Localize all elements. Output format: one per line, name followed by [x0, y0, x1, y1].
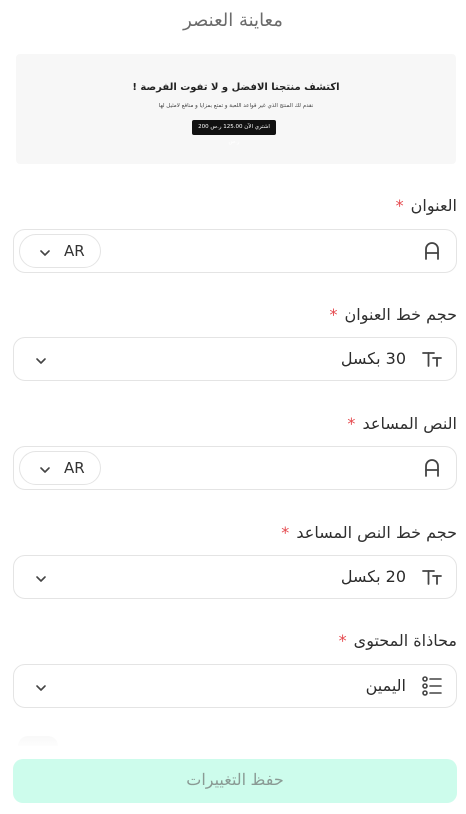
helper-language-select[interactable]: AR: [19, 451, 101, 485]
content-align-select[interactable]: اليمين: [13, 664, 457, 708]
chevron-down-icon: [34, 353, 48, 367]
required-mark: *: [395, 196, 404, 215]
required-mark: *: [329, 305, 338, 324]
content-align-label: محاذاة المحتوى *: [339, 631, 457, 650]
element-preview-panel: معاينة العنصر اكتشف منتجنا الافضل و لا ت…: [0, 0, 466, 814]
required-mark: *: [338, 631, 347, 650]
content-align-label-text: محاذاة المحتوى: [353, 631, 457, 650]
text-size-icon: [420, 347, 444, 371]
chevron-down-icon: [38, 245, 52, 259]
helper-font-size-label: حجم خط النص المساعد *: [281, 523, 457, 542]
chevron-down-icon: [34, 571, 48, 585]
title-language-value: AR: [64, 242, 85, 260]
chevron-down-icon: [34, 680, 48, 694]
scroll-fade: [0, 722, 466, 762]
text-size-icon: [420, 565, 444, 589]
required-mark: *: [281, 523, 290, 542]
helper-font-size-value: 20 بكسل: [340, 567, 406, 586]
helper-text-label: النص المساعد *: [347, 414, 457, 433]
preview-title: اكتشف منتجنا الافضل و لا تفوت الفرصة !: [132, 82, 340, 93]
list-align-icon: [420, 674, 444, 698]
required-mark: *: [347, 414, 356, 433]
title-font-size-label-text: حجم خط العنوان: [344, 305, 457, 324]
helper-font-size-label-text: حجم خط النص المساعد: [296, 523, 457, 542]
save-changes-button[interactable]: حفظ التغييرات: [13, 759, 457, 803]
letter-a-icon: [420, 456, 444, 480]
page-title: معاينة العنصر: [183, 10, 283, 31]
helper-font-size-select[interactable]: 20 بكسل: [13, 555, 457, 599]
preview-buy-button: اشتري الآن 125.00 ر.س 200 ر.س: [192, 120, 276, 145]
title-input[interactable]: AR: [13, 229, 457, 273]
title-label-text: العنوان: [410, 196, 457, 215]
preview-subtitle: نقدم لك المنتج الذي غير قواعد اللعبة و ت…: [158, 103, 314, 109]
letter-a-icon: [420, 239, 444, 263]
title-label: العنوان *: [396, 196, 457, 215]
title-font-size-select[interactable]: 30 بكسل: [13, 337, 457, 381]
title-font-size-label: حجم خط العنوان *: [329, 305, 457, 324]
chevron-down-icon: [38, 462, 52, 476]
helper-text-label-text: النص المساعد: [362, 414, 458, 433]
helper-language-value: AR: [64, 459, 85, 477]
title-language-select[interactable]: AR: [19, 234, 101, 268]
banner-preview: اكتشف منتجنا الافضل و لا تفوت الفرصة ! ن…: [16, 54, 456, 164]
content-align-value: اليمين: [365, 676, 406, 695]
helper-text-input[interactable]: AR: [13, 446, 457, 490]
title-font-size-value: 30 بكسل: [340, 349, 406, 368]
